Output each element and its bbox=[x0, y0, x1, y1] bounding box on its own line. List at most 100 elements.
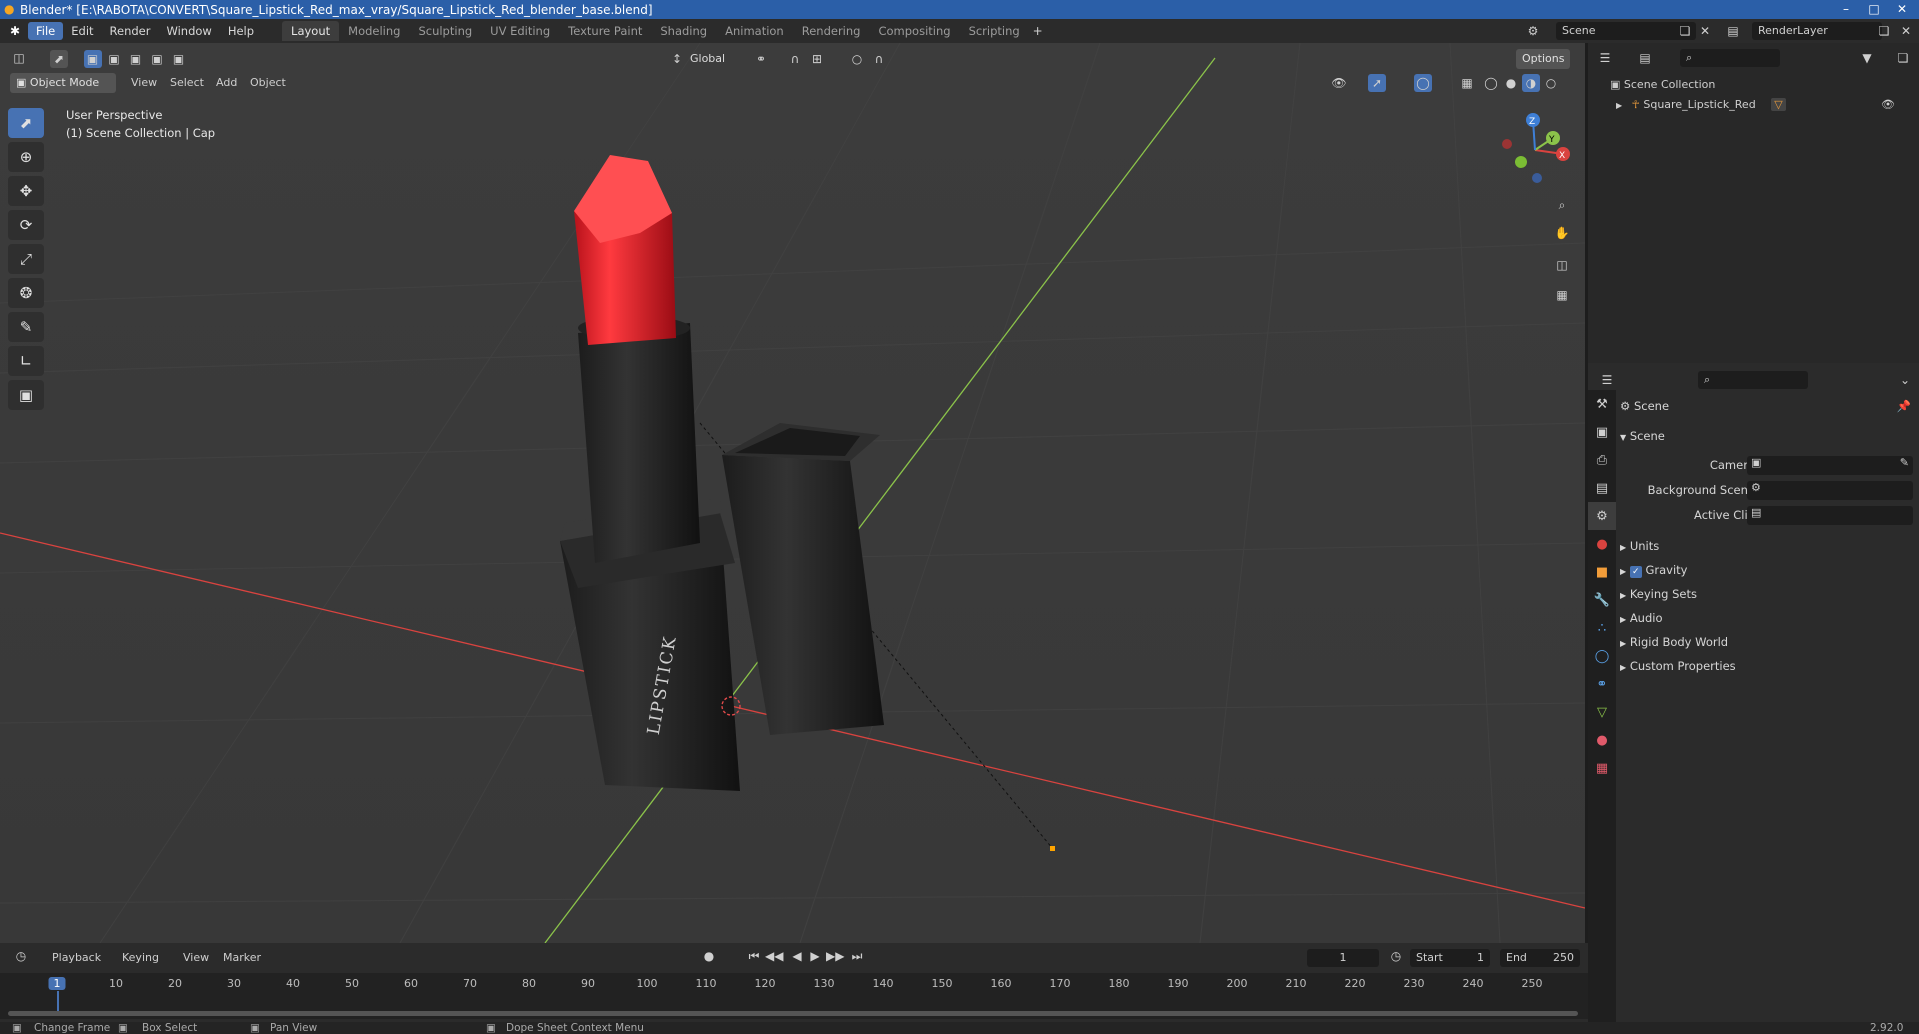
scale-tool[interactable]: ⤢ bbox=[8, 244, 44, 274]
minimize-icon[interactable]: – bbox=[1832, 0, 1860, 19]
material-tab-icon[interactable]: ● bbox=[1588, 726, 1616, 754]
timeline-menu-view[interactable]: View bbox=[183, 951, 209, 964]
delete-scene-icon[interactable]: ✕ bbox=[1696, 22, 1714, 40]
background-scene-field[interactable]: ⚙ bbox=[1747, 481, 1913, 500]
viewport-menu-select[interactable]: Select bbox=[170, 76, 204, 89]
next-keyframe-icon[interactable]: ▶▶ bbox=[826, 947, 844, 965]
properties-editor-icon[interactable]: ☰ bbox=[1598, 371, 1616, 389]
tab-modeling[interactable]: Modeling bbox=[339, 21, 409, 41]
select-intersect-icon[interactable]: ▣ bbox=[170, 50, 188, 68]
add-cube-tool[interactable]: ▣ bbox=[8, 380, 44, 410]
timeline-editor-icon[interactable]: ◷ bbox=[12, 947, 30, 965]
section-units[interactable]: ▶ Units bbox=[1620, 535, 1915, 557]
play-icon[interactable]: ▶ bbox=[806, 947, 824, 965]
outliner-editor-icon[interactable]: ☰ bbox=[1596, 49, 1614, 67]
output-tab-icon[interactable]: ⎙ bbox=[1588, 446, 1616, 474]
snap-icon[interactable]: ∩ bbox=[786, 50, 804, 68]
delete-viewlayer-icon[interactable]: ✕ bbox=[1897, 22, 1915, 40]
mode-selector[interactable]: ▣ Object Mode bbox=[10, 73, 116, 93]
texture-tab-icon[interactable]: ▦ bbox=[1588, 754, 1616, 782]
tab-compositing[interactable]: Compositing bbox=[869, 21, 959, 41]
select-tool[interactable]: ⬈ bbox=[8, 108, 44, 138]
pin-icon[interactable]: 📌 bbox=[1897, 395, 1911, 417]
visibility-icon[interactable]: 👁 bbox=[1330, 74, 1348, 92]
menu-edit[interactable]: Edit bbox=[63, 22, 101, 40]
viewport-menu-view[interactable]: View bbox=[131, 76, 157, 89]
transform-orientation[interactable]: Global bbox=[690, 52, 725, 65]
play-reverse-icon[interactable]: ◀ bbox=[788, 947, 806, 965]
record-icon[interactable]: ● bbox=[700, 947, 718, 965]
falloff-icon[interactable]: ∩ bbox=[870, 50, 888, 68]
visibility-eye-icon[interactable]: 👁 bbox=[1881, 98, 1895, 111]
proportional-edit-icon[interactable]: ○ bbox=[848, 50, 866, 68]
menu-help[interactable]: Help bbox=[220, 22, 262, 40]
physics-tab-icon[interactable]: ◯ bbox=[1588, 642, 1616, 670]
display-mode-icon[interactable]: ▤ bbox=[1636, 49, 1654, 67]
options-button[interactable]: Options bbox=[1516, 49, 1571, 69]
scene-panel-header[interactable]: ▼ Scene bbox=[1620, 425, 1915, 447]
section-audio[interactable]: ▶ Audio bbox=[1620, 607, 1915, 629]
tab-scripting[interactable]: Scripting bbox=[960, 21, 1029, 41]
section-rigid-body[interactable]: ▶ Rigid Body World bbox=[1620, 631, 1915, 653]
material-shading-icon[interactable]: ◑ bbox=[1522, 74, 1540, 92]
measure-tool[interactable]: ∟ bbox=[8, 346, 44, 376]
new-scene-icon[interactable]: ❏ bbox=[1676, 22, 1694, 40]
scene-tab-icon[interactable]: ⚙ bbox=[1588, 502, 1616, 530]
timeline-menu-keying[interactable]: Keying bbox=[122, 951, 159, 964]
outliner-item[interactable]: ▶ ☥ Square_Lipstick_Red ▽ 👁 bbox=[1616, 98, 1916, 111]
camera-field[interactable]: ▣ ✎ bbox=[1747, 456, 1913, 475]
gravity-checkbox[interactable]: ✓ bbox=[1629, 566, 1642, 578]
timeline-scrollbar[interactable] bbox=[8, 1011, 1578, 1016]
particles-tab-icon[interactable]: ∴ bbox=[1588, 614, 1616, 642]
prev-keyframe-icon[interactable]: ◀◀ bbox=[765, 947, 783, 965]
tab-rendering[interactable]: Rendering bbox=[793, 21, 870, 41]
overlay-toggle-icon[interactable]: ◯ bbox=[1414, 74, 1432, 92]
active-clip-field[interactable]: ▤ bbox=[1747, 506, 1913, 525]
expand-arrow-icon[interactable]: ▶ bbox=[1616, 101, 1622, 110]
view-layer-tab-icon[interactable]: ▤ bbox=[1588, 474, 1616, 502]
jump-end-icon[interactable]: ⏭ bbox=[848, 947, 866, 965]
wireframe-shading-icon[interactable]: ◯ bbox=[1482, 74, 1500, 92]
move-tool[interactable]: ✥ bbox=[8, 176, 44, 206]
collapse-icon[interactable]: ⌄ bbox=[1896, 371, 1914, 389]
menu-file[interactable]: File bbox=[28, 22, 64, 40]
zoom-icon[interactable]: ⌕ bbox=[1553, 196, 1571, 214]
tab-animation[interactable]: Animation bbox=[716, 21, 793, 41]
tab-texture-paint[interactable]: Texture Paint bbox=[559, 21, 651, 41]
camera-view-icon[interactable]: ◫ bbox=[1553, 256, 1571, 274]
transform-tool[interactable]: ❂ bbox=[8, 278, 44, 308]
new-collection-icon[interactable]: ❏ bbox=[1894, 49, 1912, 67]
outliner-search-input[interactable]: ⌕ bbox=[1680, 49, 1780, 67]
menu-render[interactable]: Render bbox=[102, 22, 159, 40]
tab-shading[interactable]: Shading bbox=[651, 21, 716, 41]
tab-uv-editing[interactable]: UV Editing bbox=[481, 21, 559, 41]
viewlayer-selector[interactable]: RenderLayer bbox=[1752, 22, 1882, 40]
annotate-tool[interactable]: ✎ bbox=[8, 312, 44, 342]
render-tab-icon[interactable]: ▣ bbox=[1588, 418, 1616, 446]
select-tool-icon[interactable]: ⬈ bbox=[50, 50, 68, 68]
playhead-line[interactable] bbox=[57, 991, 59, 1011]
solid-shading-icon[interactable]: ● bbox=[1502, 74, 1520, 92]
rendered-shading-icon[interactable]: ○ bbox=[1542, 74, 1560, 92]
select-box-icon[interactable]: ▣ bbox=[83, 50, 102, 68]
new-viewlayer-icon[interactable]: ❏ bbox=[1875, 22, 1893, 40]
editor-type-icon[interactable]: ◫ bbox=[10, 49, 28, 67]
world-tab-icon[interactable]: ● bbox=[1588, 530, 1616, 558]
viewlayer-icon[interactable]: ▤ bbox=[1724, 22, 1742, 40]
viewport-menu-add[interactable]: Add bbox=[216, 76, 237, 89]
3d-viewport[interactable]: LIPSTICK bbox=[0, 43, 1585, 943]
section-custom-properties[interactable]: ▶ Custom Properties bbox=[1620, 655, 1915, 677]
snap-target-icon[interactable]: ⊞ bbox=[808, 50, 826, 68]
pan-hand-icon[interactable]: ✋ bbox=[1553, 224, 1571, 242]
jump-start-icon[interactable]: ⏮ bbox=[745, 947, 763, 965]
modifier-tab-icon[interactable]: 🔧 bbox=[1588, 586, 1616, 614]
start-frame-field[interactable]: Start 1 bbox=[1410, 949, 1490, 967]
transform-orientation-icon[interactable]: ↕ bbox=[668, 50, 686, 68]
timeline-menu-playback[interactable]: Playback bbox=[52, 951, 101, 964]
close-icon[interactable]: ✕ bbox=[1888, 0, 1916, 19]
add-workspace-icon[interactable]: + bbox=[1029, 22, 1047, 40]
section-gravity[interactable]: ▶ ✓ Gravity bbox=[1620, 559, 1915, 581]
tool-tab-icon[interactable]: ⚒ bbox=[1588, 390, 1616, 418]
current-frame-field[interactable]: 1 bbox=[1307, 949, 1379, 967]
select-extend-icon[interactable]: ▣ bbox=[105, 50, 123, 68]
